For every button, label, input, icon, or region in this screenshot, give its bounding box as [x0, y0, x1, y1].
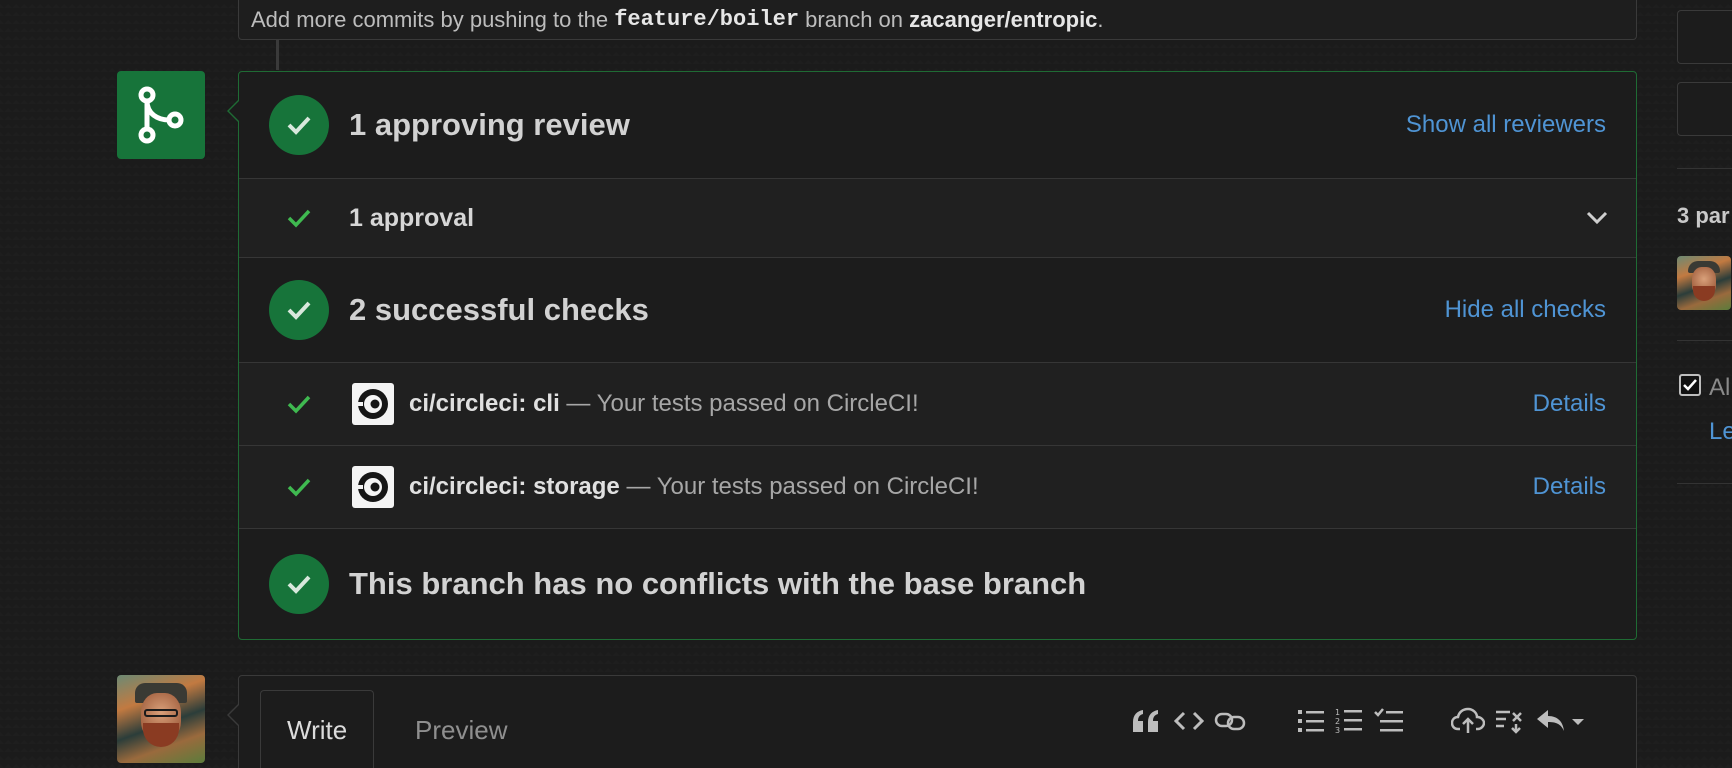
checkmark-icon [1683, 379, 1697, 391]
check-details-link[interactable]: Details [1533, 390, 1606, 418]
check-description: Your tests passed on CircleCI! [656, 473, 979, 500]
avatar-glasses [144, 709, 178, 717]
participants-label: 3 par [1677, 203, 1730, 228]
circleci-logo-icon [352, 466, 394, 508]
git-merge-icon [138, 86, 184, 144]
conflicts-section: This branch has no conflicts with the ba… [239, 529, 1636, 639]
svg-text:2: 2 [1335, 717, 1340, 726]
reviews-status-circle [269, 95, 329, 155]
upload-icon[interactable] [1451, 704, 1485, 738]
commit-hint-middle: branch on [805, 6, 904, 32]
svg-text:3: 3 [1335, 726, 1340, 735]
merge-status-badge [117, 71, 205, 159]
branch-name: feature/boiler [614, 7, 800, 32]
check-details-link[interactable]: Details [1533, 473, 1606, 501]
commit-hint: Add more commits by pushing to the featu… [238, 0, 1637, 40]
check-item: ci/circleci: cli — Your tests passed on … [239, 363, 1636, 446]
check-description: Your tests passed on CircleCI! [596, 390, 919, 417]
sidebar-divider [1677, 483, 1732, 484]
check-pass-icon [286, 474, 312, 500]
check-icon [287, 301, 311, 320]
check-pass-icon [286, 391, 312, 417]
reviews-title: 1 approving review [349, 107, 630, 142]
code-icon[interactable] [1172, 704, 1206, 738]
check-icon [287, 116, 311, 135]
check-name: ci/circleci: cli [409, 390, 560, 417]
check-item-text: ci/circleci: storage — Your tests passed… [409, 473, 979, 501]
hide-all-checks-link[interactable]: Hide all checks [1445, 296, 1606, 324]
avatar[interactable] [117, 675, 205, 763]
link-icon[interactable] [1213, 704, 1247, 738]
cross-reference-icon[interactable] [1492, 704, 1526, 738]
avatar-beard [1693, 286, 1715, 301]
check-icon [287, 575, 311, 594]
check-name: ci/circleci: storage [409, 473, 620, 500]
sidebar-button[interactable] [1677, 82, 1732, 136]
sidebar-divider [1677, 168, 1732, 169]
chevron-down-icon[interactable] [1586, 211, 1608, 225]
allow-edits-checkbox[interactable] [1679, 374, 1701, 396]
checks-title: 2 successful checks [349, 292, 649, 327]
avatar-beard [143, 723, 179, 747]
timeline-line [276, 40, 279, 70]
commit-hint-suffix: . [1097, 6, 1104, 32]
sidebar-divider [1677, 340, 1732, 341]
commit-hint-prefix: Add more commits by pushing to the [251, 6, 609, 32]
check-item: ci/circleci: storage — Your tests passed… [239, 446, 1636, 529]
sidebar-button[interactable] [1677, 10, 1732, 64]
circleci-logo-icon [352, 383, 394, 425]
ordered-list-icon[interactable]: 123 [1332, 704, 1366, 738]
checks-section: 2 successful checks Hide all checks [239, 258, 1636, 363]
show-all-reviewers-link[interactable]: Show all reviewers [1406, 111, 1606, 139]
conflicts-title: This branch has no conflicts with the ba… [349, 566, 1087, 601]
unordered-list-icon[interactable] [1294, 704, 1328, 738]
approval-row[interactable]: 1 approval [239, 179, 1636, 258]
allow-edits-label: Al [1709, 374, 1731, 401]
check-item-text: ci/circleci: cli — Your tests passed on … [409, 390, 919, 418]
learn-more-link[interactable]: Le [1709, 418, 1732, 446]
tab-write[interactable]: Write [260, 690, 375, 768]
reviews-section: 1 approving review Show all reviewers [239, 72, 1636, 179]
checks-status-circle [269, 280, 329, 340]
approval-check-icon [286, 205, 312, 231]
check-separator: — [559, 390, 597, 417]
comment-composer: Write Preview 123 [227, 675, 1637, 768]
check-separator: — [619, 473, 657, 500]
task-list-icon[interactable] [1372, 704, 1406, 738]
svg-text:1: 1 [1335, 708, 1340, 717]
repo-name: zacanger/entropic [909, 6, 1098, 32]
tab-preview[interactable]: Preview [389, 690, 533, 768]
quote-icon[interactable] [1129, 704, 1163, 738]
conflicts-status-circle [269, 554, 329, 614]
participant-avatar[interactable] [1677, 256, 1731, 310]
approval-label: 1 approval [349, 203, 475, 232]
reply-icon[interactable] [1532, 704, 1588, 738]
merge-status-box: 1 approving review Show all reviewers 1 … [227, 71, 1637, 640]
